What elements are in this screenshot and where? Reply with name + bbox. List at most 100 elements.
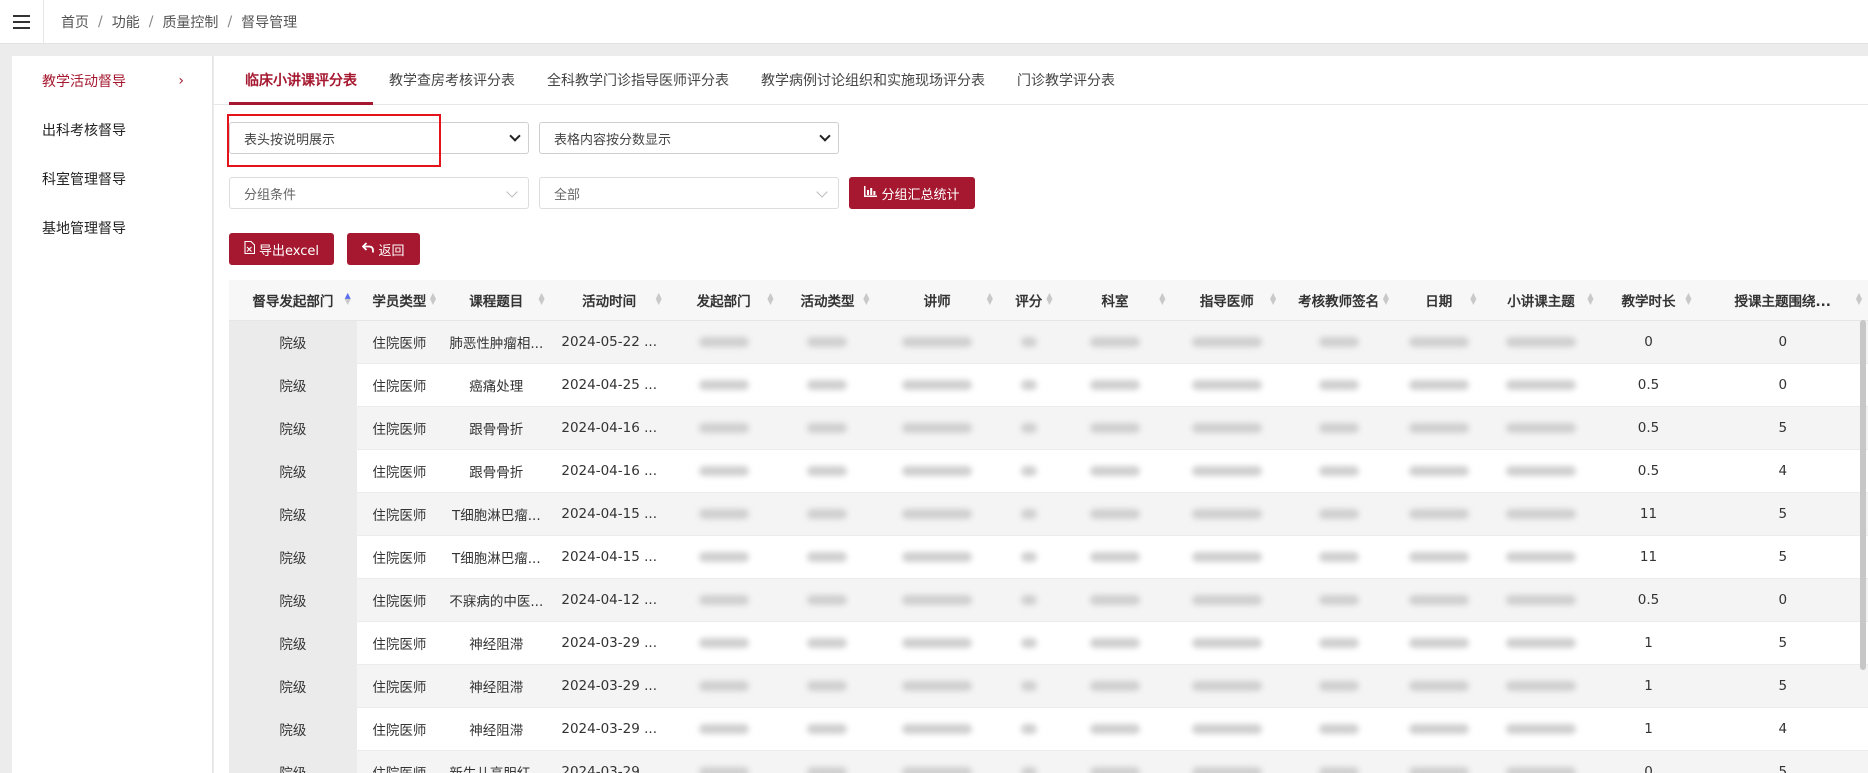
column-header[interactable]: 日期 ▲ ▼ xyxy=(1395,280,1483,321)
table-cell: 院级 xyxy=(229,449,357,493)
table-cell: 2024-04-16 ... xyxy=(550,406,668,450)
content-display-select[interactable]: 表格内容按分数显示 xyxy=(539,122,839,154)
sort-icon[interactable]: ▲ ▼ xyxy=(345,292,351,306)
column-header[interactable]: 讲师 ▲ ▼ xyxy=(875,280,999,321)
sort-icon[interactable]: ▲ ▼ xyxy=(1587,292,1593,306)
table-cell: 0 xyxy=(1599,750,1698,773)
table-row[interactable]: 院级 住院医师 神经阻滞 2024-03-29 ... 1 4 xyxy=(229,707,1868,751)
tab-teaching-rounds[interactable]: 教学查房考核评分表 xyxy=(373,56,531,104)
column-header[interactable]: 教学时长 ▲ ▼ xyxy=(1599,280,1698,321)
redacted-cell xyxy=(667,406,780,450)
sort-icon[interactable]: ▲ ▼ xyxy=(1383,292,1389,306)
sort-icon[interactable]: ▲ ▼ xyxy=(1470,292,1476,306)
tab-general-outpatient[interactable]: 全科教学门诊指导医师评分表 xyxy=(531,56,745,104)
table-row[interactable]: 院级 住院医师 癌痛处理 2024-04-25 ... 0.5 0 xyxy=(229,363,1868,407)
redaction-blur xyxy=(1408,637,1469,648)
bar-chart-icon xyxy=(864,185,878,201)
sidebar-item-exit-exam[interactable]: 出科考核督导 xyxy=(12,105,212,154)
redacted-cell xyxy=(667,578,780,622)
back-button[interactable]: 返回 xyxy=(347,233,420,265)
table-cell: 院级 xyxy=(229,578,357,622)
redacted-cell xyxy=(875,750,999,773)
table-cell: 0 xyxy=(1697,578,1868,622)
vertical-scrollbar[interactable] xyxy=(1860,320,1866,670)
column-header[interactable]: 课程题目 ▲ ▼ xyxy=(441,280,551,321)
table-row[interactable]: 院级 住院医师 肺恶性肿瘤相... 2024-05-22 ... 0 0 xyxy=(229,320,1868,364)
tab-case-discussion[interactable]: 教学病例讨论组织和实施现场评分表 xyxy=(745,56,1001,104)
table-cell: T细胞淋巴瘤... xyxy=(441,535,551,579)
sort-icon[interactable]: ▲ ▼ xyxy=(538,292,544,306)
group-stats-button[interactable]: 分组汇总统计 xyxy=(849,177,975,209)
breadcrumb-func[interactable]: 功能 xyxy=(112,12,140,32)
table-row[interactable]: 院级 住院医师 跟骨骨折 2024-04-16 ... 0.5 4 xyxy=(229,449,1868,493)
sort-icon[interactable]: ▲ ▼ xyxy=(1270,292,1276,306)
sort-icon[interactable]: ▲ ▼ xyxy=(1159,292,1165,306)
column-header[interactable]: 督导发起部门 ▲ ▼ xyxy=(229,280,357,321)
sort-icon[interactable]: ▲ ▼ xyxy=(430,292,436,306)
table-cell: 住院医师 xyxy=(356,535,442,579)
table-cell: 2024-04-15 ... xyxy=(550,535,668,579)
column-header[interactable]: 指导医师 ▲ ▼ xyxy=(1171,280,1283,321)
tab-clinical-lecture[interactable]: 临床小讲课评分表 xyxy=(229,56,373,105)
table-cell: 神经阻滞 xyxy=(441,707,551,751)
column-header[interactable]: 活动时间 ▲ ▼ xyxy=(550,280,668,321)
breadcrumb-home[interactable]: 首页 xyxy=(61,12,89,32)
redaction-blur xyxy=(1505,680,1576,691)
header-display-value: 表头按说明展示 xyxy=(244,132,336,148)
redaction-blur xyxy=(1408,680,1469,691)
export-excel-button[interactable]: 导出excel xyxy=(229,233,334,265)
redacted-cell xyxy=(1171,750,1283,773)
table-cell: 0 xyxy=(1697,363,1868,407)
menu-toggle-icon[interactable] xyxy=(0,0,44,44)
tab-outpatient-teaching[interactable]: 门诊教学评分表 xyxy=(1001,56,1131,104)
data-table: 督导发起部门 ▲ ▼ 学员类型 ▲ ▼ 课程题目 ▲ ▼ 活动时间 ▲ ▼ 发起部门 ▲ ▼ 活动类型 ▲ ▼ 讲师… xyxy=(229,280,1868,773)
column-header[interactable]: 学员类型 ▲ ▼ xyxy=(356,280,442,321)
sidebar-item-label: 科室管理督导 xyxy=(42,171,126,188)
sort-icon[interactable]: ▲ ▼ xyxy=(1046,292,1052,306)
column-header[interactable]: 评分 ▲ ▼ xyxy=(998,280,1059,321)
sort-icon[interactable]: ▲ ▼ xyxy=(987,292,993,306)
breadcrumb-quality[interactable]: 质量控制 xyxy=(162,12,218,32)
redaction-blur xyxy=(698,637,749,648)
redacted-cell xyxy=(1171,406,1283,450)
redaction-blur xyxy=(1408,766,1469,773)
redacted-cell xyxy=(875,664,999,708)
column-header[interactable]: 授课主题围绕... ▲ ▼ xyxy=(1697,280,1868,321)
redaction-blur xyxy=(698,379,749,390)
sort-icon[interactable]: ▲ ▼ xyxy=(1856,292,1862,306)
sort-icon[interactable]: ▲ ▼ xyxy=(1685,292,1691,306)
table-row[interactable]: 院级 住院医师 跟骨骨折 2024-04-16 ... 0.5 5 xyxy=(229,406,1868,450)
sidebar-item-base-management[interactable]: 基地管理督导 xyxy=(12,203,212,252)
column-header-label: 日期 xyxy=(1425,293,1453,310)
table-row[interactable]: 院级 住院医师 不寐病的中医... 2024-04-12 ... 0.5 0 xyxy=(229,578,1868,622)
sort-icon[interactable]: ▲ ▼ xyxy=(767,292,773,306)
table-row[interactable]: 院级 住院医师 T细胞淋巴瘤... 2024-04-15 ... 11 5 xyxy=(229,535,1868,579)
table-row[interactable]: 院级 住院医师 神经阻滞 2024-03-29 ... 1 5 xyxy=(229,664,1868,708)
redaction-blur xyxy=(807,594,848,605)
table-row[interactable]: 院级 住院医师 T细胞淋巴瘤... 2024-04-15 ... 11 5 xyxy=(229,492,1868,536)
sidebar-item-teaching-activity[interactable]: 教学活动督导 › xyxy=(12,56,212,105)
sort-icon[interactable]: ▲ ▼ xyxy=(863,292,869,306)
column-header[interactable]: 发起部门 ▲ ▼ xyxy=(667,280,780,321)
breadcrumb: 首页 / 功能 / 质量控制 / 督导管理 xyxy=(61,12,298,32)
table-row[interactable]: 院级住院医师新生儿高胆红...2024-03-29 ... 05 xyxy=(229,750,1868,773)
redaction-blur xyxy=(807,422,848,433)
group-condition-select[interactable]: 分组条件 xyxy=(229,177,529,209)
header-display-select[interactable]: 表头按说明展示 xyxy=(229,122,529,154)
column-header[interactable]: 小讲课主题 ▲ ▼ xyxy=(1482,280,1600,321)
redaction-blur xyxy=(1090,766,1140,773)
redacted-cell xyxy=(1282,492,1396,536)
redacted-cell xyxy=(1058,664,1172,708)
redacted-cell xyxy=(779,492,876,536)
column-header[interactable]: 活动类型 ▲ ▼ xyxy=(779,280,876,321)
column-header[interactable]: 考核教师签名 ▲ ▼ xyxy=(1282,280,1396,321)
redacted-cell xyxy=(1395,535,1483,579)
sidebar-item-dept-management[interactable]: 科室管理督导 xyxy=(12,154,212,203)
group-value-select[interactable]: 全部 xyxy=(539,177,839,209)
sort-icon[interactable]: ▲ ▼ xyxy=(656,292,662,306)
redaction-blur xyxy=(1505,422,1576,433)
table-cell: 1 xyxy=(1599,707,1698,751)
table-row[interactable]: 院级 住院医师 神经阻滞 2024-03-29 ... 1 5 xyxy=(229,621,1868,665)
column-header[interactable]: 科室 ▲ ▼ xyxy=(1058,280,1172,321)
redacted-cell xyxy=(1395,320,1483,364)
